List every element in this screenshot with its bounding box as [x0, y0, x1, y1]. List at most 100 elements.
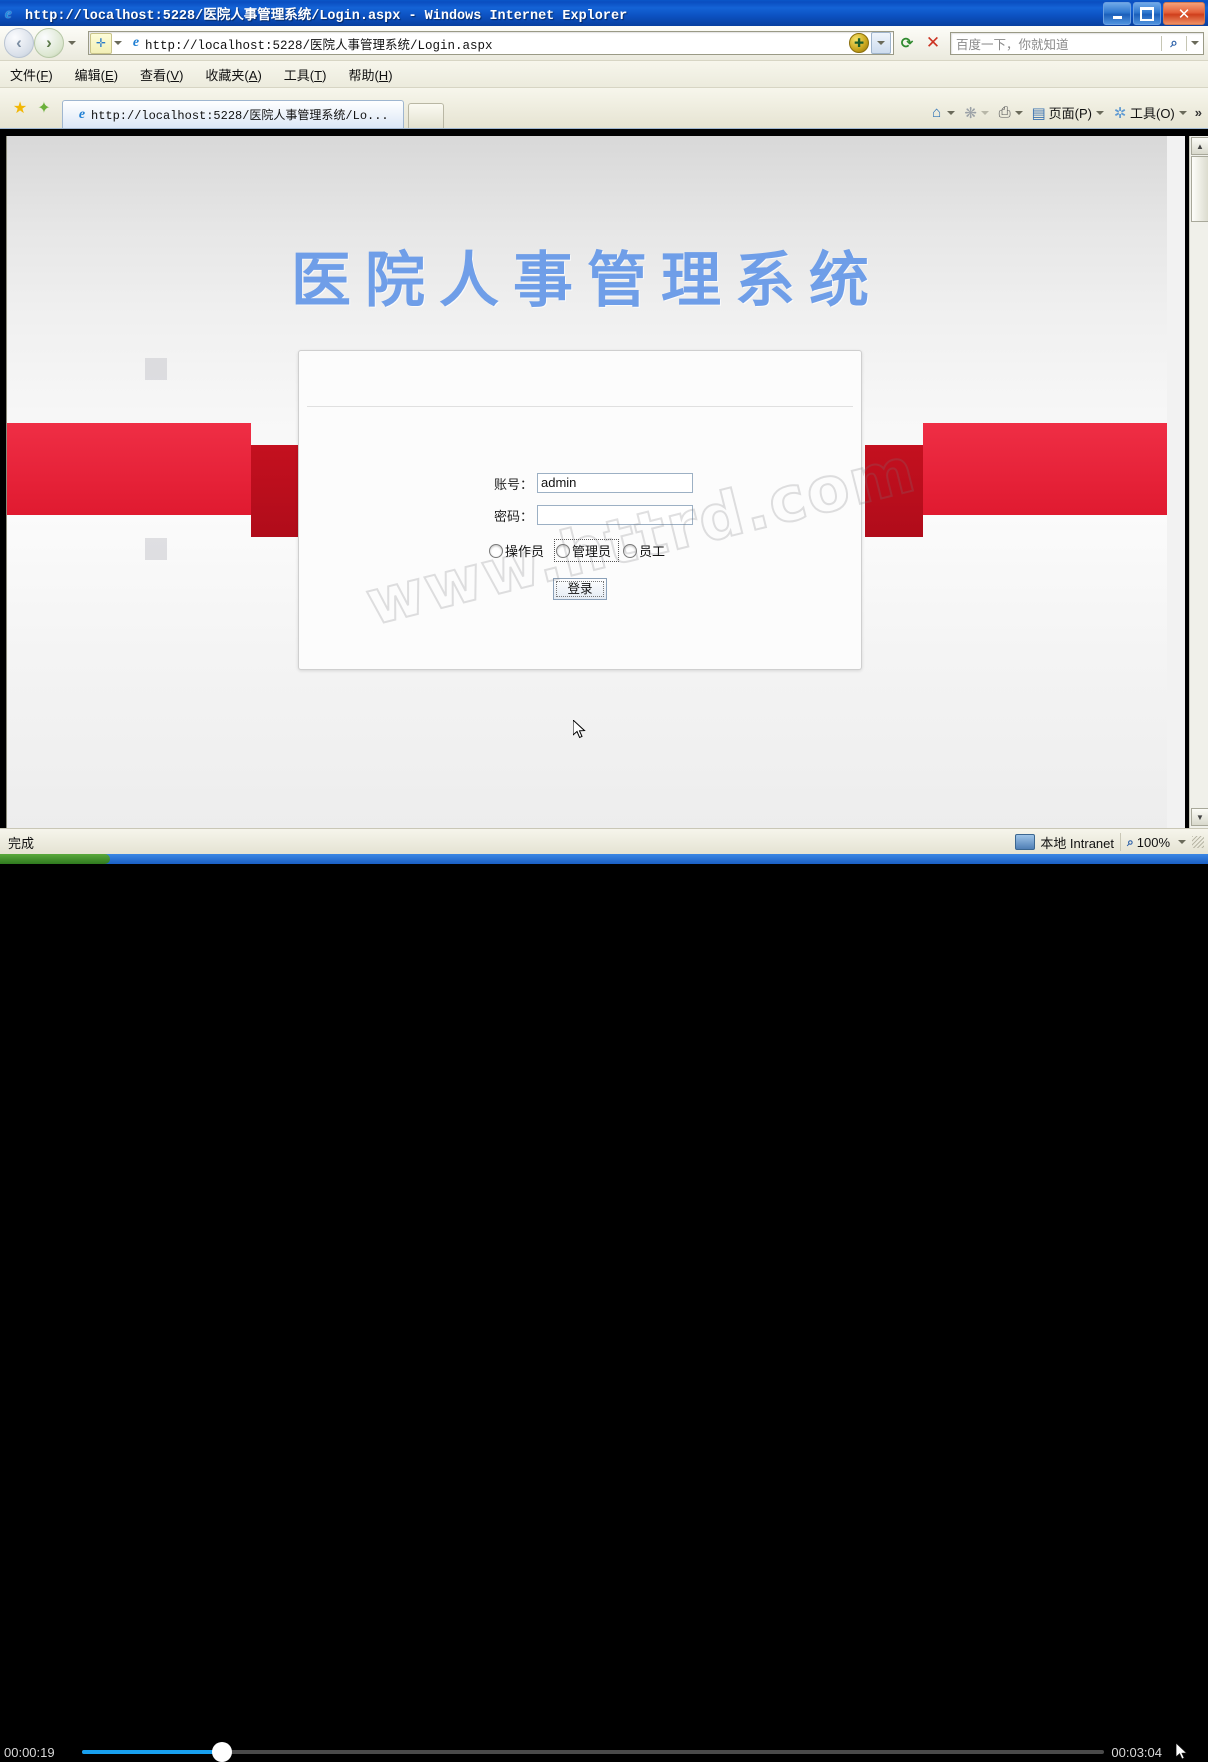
- role-option-operator[interactable]: 操作员: [488, 541, 550, 560]
- login-button[interactable]: 登录: [553, 578, 607, 600]
- history-dropdown-icon[interactable]: [68, 41, 76, 45]
- chevron-down-icon: [1095, 110, 1104, 115]
- radio-icon[interactable]: [623, 543, 637, 558]
- password-label: 密码：: [493, 508, 533, 524]
- favorites-center-icon[interactable]: ★: [8, 96, 32, 120]
- toolbar-overflow-button[interactable]: »: [1195, 105, 1202, 120]
- account-input[interactable]: [537, 473, 693, 493]
- maximize-button[interactable]: [1133, 2, 1161, 25]
- home-button[interactable]: ⌂: [925, 104, 957, 121]
- gear-icon: ✲: [1113, 104, 1127, 122]
- start-button[interactable]: [0, 854, 110, 864]
- ie-logo-icon: e: [5, 6, 12, 22]
- page-menu-label: 页面(P): [1048, 106, 1092, 121]
- menu-item-edit[interactable]: 编辑(E): [75, 65, 118, 84]
- tab-favicon: e: [78, 106, 86, 122]
- menu-item-tools[interactable]: 工具(T): [284, 65, 327, 84]
- print-button[interactable]: ⎙: [993, 104, 1025, 121]
- window-controls: ✕: [1103, 2, 1205, 25]
- computer-icon: [1015, 834, 1036, 850]
- mouse-cursor-icon: [1176, 1743, 1188, 1760]
- page-viewport: 医院人事管理系统 账号： 密码：: [6, 136, 1185, 828]
- address-bar[interactable]: ✛ e http://localhost:5228/医院人事管理系统/Login…: [88, 31, 894, 55]
- search-icon[interactable]: ⌕: [1162, 35, 1186, 51]
- printer-icon: ⎙: [998, 104, 1011, 121]
- resize-grip[interactable]: [1192, 836, 1204, 848]
- search-provider-dropdown[interactable]: [1187, 41, 1203, 45]
- minimize-button[interactable]: [1103, 2, 1131, 25]
- forward-button[interactable]: ›: [34, 28, 64, 58]
- security-shield-icon: ✛: [90, 32, 112, 54]
- login-form: 账号： 密码： 操作员 管理员: [299, 473, 861, 600]
- video-player-bar: 00:00:19 00:03:04: [0, 864, 1208, 1762]
- role-option-employee[interactable]: 员工: [623, 541, 671, 560]
- new-tab-button[interactable]: [408, 103, 444, 128]
- close-button[interactable]: ✕: [1163, 2, 1205, 25]
- status-text: 完成: [8, 835, 35, 851]
- submit-row: 登录: [299, 578, 861, 600]
- page-menu-button[interactable]: ▤ 页面(P): [1027, 103, 1106, 122]
- tab-bar: ★ ✦ e http://localhost:5228/医院人事管理系统/Lo.…: [0, 88, 1208, 129]
- tools-menu-label: 工具(O): [1129, 106, 1175, 121]
- login-page: 医院人事管理系统 账号： 密码：: [7, 136, 1167, 828]
- decorative-ribbon-left: [7, 423, 309, 537]
- zoom-level-label: 100%: [1136, 834, 1170, 850]
- window-title: http://localhost:5228/医院人事管理系统/Login.asp…: [25, 8, 628, 24]
- role-label-employee: 员工: [639, 544, 666, 559]
- password-input[interactable]: [537, 505, 693, 525]
- compatibility-view-icon[interactable]: ✚: [849, 33, 869, 53]
- account-row: 账号：: [299, 473, 861, 493]
- zoom-dropdown-icon[interactable]: [1178, 840, 1186, 844]
- address-shield-caret-icon[interactable]: [114, 41, 122, 45]
- login-panel: 账号： 密码： 操作员 管理员: [298, 350, 862, 670]
- feeds-button[interactable]: ❋: [959, 104, 991, 122]
- refresh-button[interactable]: ⟳: [894, 30, 920, 56]
- chevron-down-icon: [1191, 41, 1199, 45]
- status-zone-area: 本地 Intranet ⌕ 100%: [1015, 833, 1208, 852]
- menu-item-favorites[interactable]: 收藏夹(A): [205, 65, 261, 84]
- seek-handle[interactable]: [212, 1742, 232, 1762]
- scrollbar-thumb[interactable]: [1191, 156, 1208, 222]
- page-icon: ▤: [1031, 104, 1046, 122]
- address-dropdown-button[interactable]: [871, 32, 891, 54]
- role-option-admin[interactable]: 管理员: [553, 539, 620, 562]
- title-bar: e http://localhost:5228/医院人事管理系统/Login.a…: [0, 0, 1208, 26]
- seek-progress: [82, 1750, 222, 1754]
- chevron-down-icon: [980, 110, 989, 115]
- menu-item-view[interactable]: 查看(V): [140, 65, 183, 84]
- browser-window: e http://localhost:5228/医院人事管理系统/Login.a…: [0, 0, 1208, 864]
- role-radio-group: 操作员 管理员 员工: [299, 539, 861, 562]
- tools-menu-button[interactable]: ✲ 工具(O): [1108, 103, 1189, 122]
- radio-icon[interactable]: [555, 543, 570, 558]
- decorative-ribbon-right: [865, 423, 1167, 537]
- decorative-square-2: [145, 538, 167, 560]
- decorative-square-1: [145, 358, 167, 380]
- magnifier-icon: ⌕: [1127, 834, 1134, 849]
- seek-bar[interactable]: [82, 1750, 1104, 1754]
- scroll-down-button[interactable]: ▼: [1191, 808, 1208, 826]
- navigation-bar: ‹ › ✛ e http://localhost:5228/医院人事管理系统/L…: [0, 26, 1208, 61]
- search-box[interactable]: 百度一下，你就知道 ⌕: [950, 31, 1204, 55]
- radio-icon[interactable]: [488, 543, 503, 558]
- menu-item-file[interactable]: 文件(F): [10, 65, 53, 84]
- stop-button[interactable]: ✕: [920, 30, 946, 56]
- role-label-operator: 操作员: [504, 544, 544, 559]
- vertical-scrollbar[interactable]: ▲ ▼: [1189, 136, 1208, 828]
- page-favicon: e: [132, 35, 140, 50]
- search-input[interactable]: 百度一下，你就知道: [951, 34, 1161, 53]
- tab-login-page[interactable]: e http://localhost:5228/医院人事管理系统/Lo...: [62, 100, 404, 128]
- current-time-label: 00:00:19: [4, 1745, 55, 1760]
- status-divider: [1120, 833, 1122, 851]
- chevron-down-icon: [1014, 110, 1023, 115]
- command-bar: ⌂ ❋ ⎙ ▤ 页面(P) ✲ 工具(O) »: [925, 103, 1202, 122]
- menu-bar: 文件(F) 编辑(E) 查看(V) 收藏夹(A) 工具(T) 帮助(H): [0, 61, 1208, 88]
- menu-item-help[interactable]: 帮助(H): [348, 65, 392, 84]
- back-button[interactable]: ‹: [4, 28, 34, 58]
- add-favorite-icon[interactable]: ✦: [32, 96, 56, 120]
- page-title: 医院人事管理系统: [291, 246, 883, 316]
- address-text: http://localhost:5228/医院人事管理系统/Login.asp…: [145, 38, 493, 53]
- chevron-down-icon: [946, 110, 955, 115]
- windows-taskbar: [0, 854, 1208, 864]
- scroll-up-button[interactable]: ▲: [1191, 137, 1208, 155]
- home-icon: ⌂: [932, 104, 942, 121]
